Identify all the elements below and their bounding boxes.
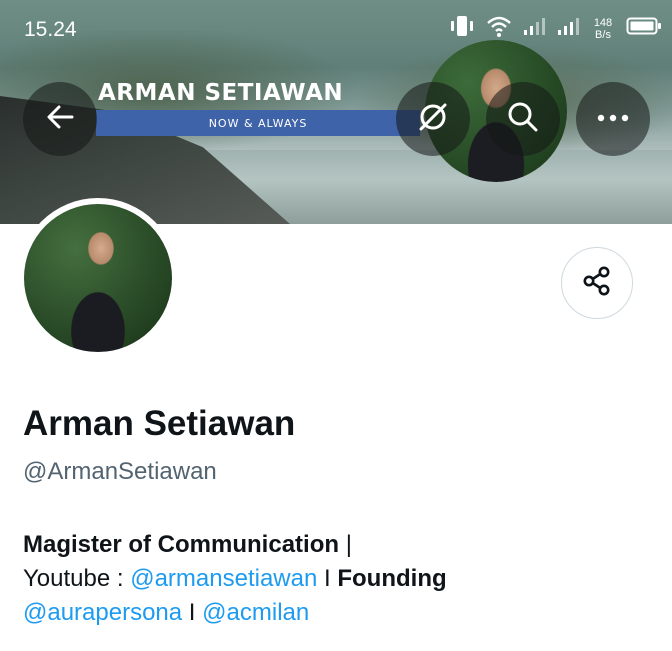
share-icon <box>581 265 613 302</box>
profile-bio: Magister of Communication | Youtube : @a… <box>23 528 653 630</box>
bio-line-2: Youtube : @armansetiawan I Founding <box>23 562 653 596</box>
bio-line-1: Magister of Communication | <box>23 528 653 562</box>
back-button[interactable] <box>23 82 97 156</box>
mention-armansetiawan[interactable]: @armansetiawan <box>130 565 317 592</box>
user-handle: @ArmanSetiawan <box>23 458 217 485</box>
bio-separator: | <box>339 531 352 558</box>
bio-separator: I <box>317 565 338 592</box>
slash-circle-icon <box>416 100 450 139</box>
battery-icon <box>626 16 662 41</box>
banner-title: ARMAN SETIAWAN <box>98 80 344 106</box>
mention-acmilan[interactable]: @acmilan <box>202 599 309 626</box>
status-time: 15.24 <box>24 18 77 41</box>
status-bar: 15.24 148 B/s <box>0 0 672 60</box>
banner-tagline: NOW & ALWAYS <box>96 110 420 136</box>
bio-founding: Founding <box>337 565 447 592</box>
network-speed: 148 B/s <box>590 17 616 41</box>
data-saver-button[interactable] <box>396 82 470 156</box>
network-speed-unit: B/s <box>595 28 611 41</box>
search-icon <box>506 100 540 139</box>
bio-line-3: @aurapersona I @acmilan <box>23 596 653 630</box>
avatar-photo <box>24 204 172 352</box>
status-icons: 148 B/s <box>448 14 662 43</box>
signal-icon-sim2 <box>556 15 580 42</box>
signal-icon-sim1 <box>522 15 546 42</box>
bio-separator: I <box>182 599 203 626</box>
avatar[interactable] <box>18 198 178 358</box>
display-name: Arman Setiawan <box>23 404 296 443</box>
network-speed-value: 148 <box>593 16 613 29</box>
share-button[interactable] <box>561 247 633 319</box>
vibrate-icon <box>448 14 476 43</box>
search-button[interactable] <box>486 82 560 156</box>
wifi-icon <box>486 14 512 43</box>
arrow-left-icon <box>44 101 76 138</box>
bio-youtube-label: Youtube : <box>23 565 131 592</box>
more-options-button[interactable] <box>576 82 650 156</box>
mention-aurapersona[interactable]: @aurapersona <box>23 599 182 626</box>
more-horizontal-icon <box>596 110 630 128</box>
bio-title: Magister of Communication <box>23 531 340 558</box>
